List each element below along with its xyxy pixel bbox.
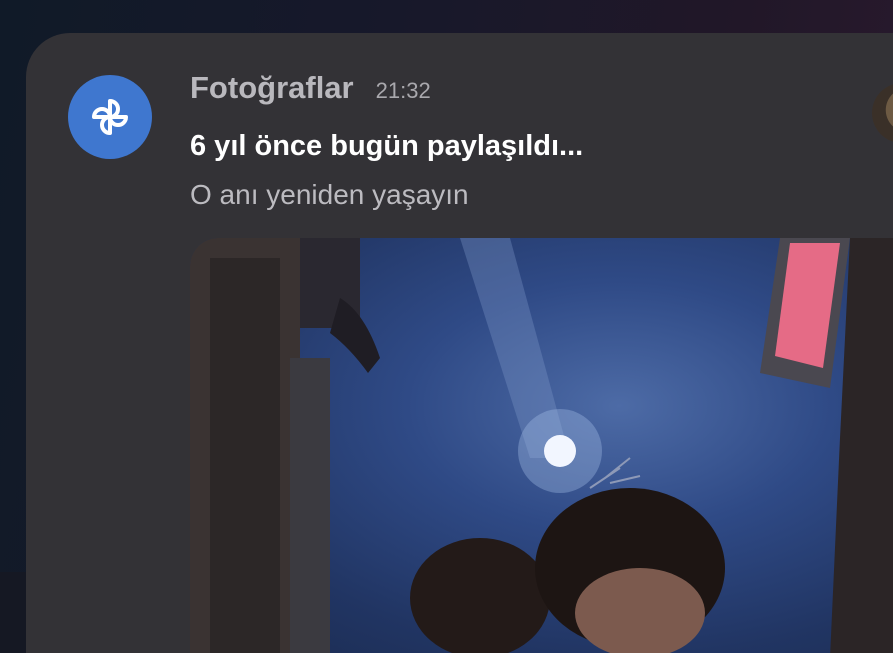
photo-thumbnail-avatar <box>872 83 893 143</box>
pinwheel-icon <box>92 99 128 135</box>
notification-header: Fotoğraflar 21:32 <box>190 70 431 106</box>
person-left <box>410 538 550 653</box>
notification-time: 21:32 <box>375 78 431 103</box>
notification-card[interactable]: Fotoğraflar 21:32 6 yıl önce bugün payla… <box>26 33 893 653</box>
door-frame <box>210 258 280 653</box>
street-lamp <box>544 435 576 467</box>
photos-app-icon <box>68 75 152 159</box>
notification-title: 6 yıl önce bugün paylaşıldı... <box>190 130 584 162</box>
photo-scene <box>190 238 893 653</box>
app-name: Fotoğraflar <box>190 70 354 105</box>
notification-subtitle: O anı yeniden yaşayın <box>190 179 469 210</box>
door-panel <box>290 358 330 653</box>
memory-photo-preview[interactable] <box>190 238 893 653</box>
